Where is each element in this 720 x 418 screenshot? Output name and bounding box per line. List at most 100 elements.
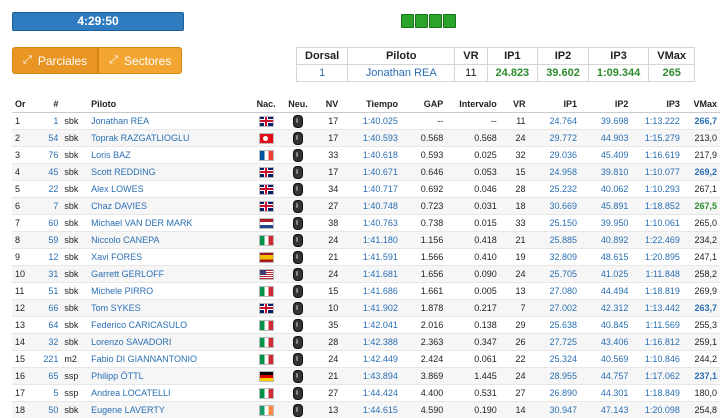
number-cell[interactable]: 50: [33, 402, 62, 418]
table-row[interactable]: 445sbkScott REDDING171:40.6710.6460.0531…: [12, 164, 720, 181]
rider-name-link[interactable]: Jonathan REA: [88, 113, 249, 130]
laps-cell: 17: [312, 113, 341, 130]
table-row[interactable]: 1364sbkFederico CARICASULO351:42.0412.01…: [12, 317, 720, 334]
rider-name-link[interactable]: Alex LOWES: [88, 181, 249, 198]
table-row[interactable]: 376sbkLoris BAZ331:40.6180.5930.0253229.…: [12, 147, 720, 164]
laps-cell: 24: [312, 266, 341, 283]
rider-name-link[interactable]: Xavi FORES: [88, 249, 249, 266]
country-flag-icon: [259, 269, 274, 280]
tab-sectores[interactable]: ⤢ Sectores: [98, 47, 182, 74]
table-row[interactable]: 859sbkNiccolo CANEPA241:41.1801.1560.418…: [12, 232, 720, 249]
vmax-cell: 213,0: [683, 130, 720, 147]
rider-name-link[interactable]: Loris BAZ: [88, 147, 249, 164]
col-header-ip1[interactable]: IP1: [529, 96, 580, 113]
ip1-cell: 26.890: [529, 385, 580, 402]
laps-cell: 21: [312, 368, 341, 385]
table-row[interactable]: 254sbkToprak RAZGATLIOGLU171:40.5930.568…: [12, 130, 720, 147]
number-cell[interactable]: 12: [33, 249, 62, 266]
number-cell[interactable]: 66: [33, 300, 62, 317]
ip1-cell: 24.958: [529, 164, 580, 181]
laps-cell: 27: [312, 385, 341, 402]
flag-cell: [249, 385, 284, 402]
laps-cell: 38: [312, 215, 341, 232]
rider-name-link[interactable]: Chaz DAVIES: [88, 198, 249, 215]
number-cell[interactable]: 54: [33, 130, 62, 147]
rider-name-link[interactable]: Michael VAN DER MARK: [88, 215, 249, 232]
tyre-cell: [284, 130, 313, 147]
laps-cell: 35: [312, 317, 341, 334]
col-header-or[interactable]: Or: [12, 96, 33, 113]
rider-name-link[interactable]: Michele PIRRO: [88, 283, 249, 300]
tyre-cell: [284, 113, 313, 130]
rider-name-link[interactable]: Tom SYKES: [88, 300, 249, 317]
number-cell[interactable]: 31: [33, 266, 62, 283]
table-row[interactable]: 67sbkChaz DAVIES271:40.7480.7230.0311830…: [12, 198, 720, 215]
number-cell[interactable]: 65: [33, 368, 62, 385]
tab-parciales[interactable]: ⤢ Parciales: [12, 47, 98, 74]
interval-cell: 0.190: [446, 402, 500, 418]
col-header-tiempo[interactable]: Tiempo: [341, 96, 401, 113]
best-lap-cell: 28: [500, 181, 529, 198]
col-header-number[interactable]: #: [33, 96, 62, 113]
table-row[interactable]: 760sbkMichael VAN DER MARK381:40.7630.73…: [12, 215, 720, 232]
col-header-vr[interactable]: VR: [500, 96, 529, 113]
number-cell[interactable]: 76: [33, 147, 62, 164]
laps-cell: 34: [312, 181, 341, 198]
rider-name-link[interactable]: Garrett GERLOFF: [88, 266, 249, 283]
rider-name-link[interactable]: Philipp ÖTTL: [88, 368, 249, 385]
number-cell[interactable]: 59: [33, 232, 62, 249]
rider-name-link[interactable]: Niccolo CANEPA: [88, 232, 249, 249]
rider-name-link[interactable]: Federico CARICASULO: [88, 317, 249, 334]
col-header-vmax[interactable]: VMax: [683, 96, 720, 113]
table-row[interactable]: 1031sbkGarrett GERLOFF241:41.6811.6560.0…: [12, 266, 720, 283]
col-header-neu[interactable]: Neu.: [284, 96, 313, 113]
rider-name-link[interactable]: Scott REDDING: [88, 164, 249, 181]
number-cell[interactable]: 221: [33, 351, 62, 368]
number-cell[interactable]: 32: [33, 334, 62, 351]
flag-light: [429, 14, 442, 28]
flag-cell: [249, 113, 284, 130]
gap-cell: 0.692: [401, 181, 446, 198]
ip2-cell: 48.615: [580, 249, 631, 266]
col-header-nv[interactable]: NV: [312, 96, 341, 113]
table-row[interactable]: 1665sspPhilipp ÖTTL211:43.8943.8691.4452…: [12, 368, 720, 385]
class-cell: ssp: [61, 368, 88, 385]
ip2-cell: 44.301: [580, 385, 631, 402]
table-row[interactable]: 912sbkXavi FORES211:41.5911.5660.4101932…: [12, 249, 720, 266]
number-cell[interactable]: 1: [33, 113, 62, 130]
rider-name-link[interactable]: Andrea LOCATELLI: [88, 385, 249, 402]
number-cell[interactable]: 7: [33, 198, 62, 215]
rider-name-link[interactable]: Lorenzo SAVADORI: [88, 334, 249, 351]
number-cell[interactable]: 5: [33, 385, 62, 402]
summary-piloto[interactable]: Jonathan REA: [348, 65, 455, 82]
number-cell[interactable]: 51: [33, 283, 62, 300]
table-row[interactable]: 15221m2Fabio DI GIANNANTONIO241:42.4492.…: [12, 351, 720, 368]
summary-header: VR: [455, 48, 487, 65]
table-row[interactable]: 175sspAndrea LOCATELLI271:44.4244.4000.5…: [12, 385, 720, 402]
table-row[interactable]: 1266sbkTom SYKES101:41.9021.8780.217727.…: [12, 300, 720, 317]
flag-light: [443, 14, 456, 28]
col-header-piloto[interactable]: Piloto: [88, 96, 249, 113]
col-header-ip3[interactable]: IP3: [631, 96, 682, 113]
number-cell[interactable]: 60: [33, 215, 62, 232]
table-row[interactable]: 11sbkJonathan REA171:40.025----1124.7643…: [12, 113, 720, 130]
table-row[interactable]: 1432sbkLorenzo SAVADORI281:42.3882.3630.…: [12, 334, 720, 351]
best-lap-cell: 21: [500, 232, 529, 249]
col-header-ip2[interactable]: IP2: [580, 96, 631, 113]
rider-name-link[interactable]: Eugene LAVERTY: [88, 402, 249, 418]
table-row[interactable]: 1151sbkMichele PIRRO151:41.6861.6610.005…: [12, 283, 720, 300]
table-row[interactable]: 522sbkAlex LOWES341:40.7170.6920.0462825…: [12, 181, 720, 198]
rider-name-link[interactable]: Toprak RAZGATLIOGLU: [88, 130, 249, 147]
col-header-gap[interactable]: GAP: [401, 96, 446, 113]
col-header-intervalo[interactable]: Intervalo: [446, 96, 500, 113]
summary-dorsal[interactable]: 1: [297, 65, 348, 82]
tab-label: Parciales: [38, 54, 87, 68]
number-cell[interactable]: 64: [33, 317, 62, 334]
number-cell[interactable]: 45: [33, 164, 62, 181]
number-cell[interactable]: 22: [33, 181, 62, 198]
col-header-nac[interactable]: Nac.: [249, 96, 284, 113]
rider-name-link[interactable]: Fabio DI GIANNANTONIO: [88, 351, 249, 368]
time-cell: 1:41.681: [341, 266, 401, 283]
pos-cell: 13: [12, 317, 33, 334]
table-row[interactable]: 1850sbkEugene LAVERTY131:44.6154.5900.19…: [12, 402, 720, 418]
